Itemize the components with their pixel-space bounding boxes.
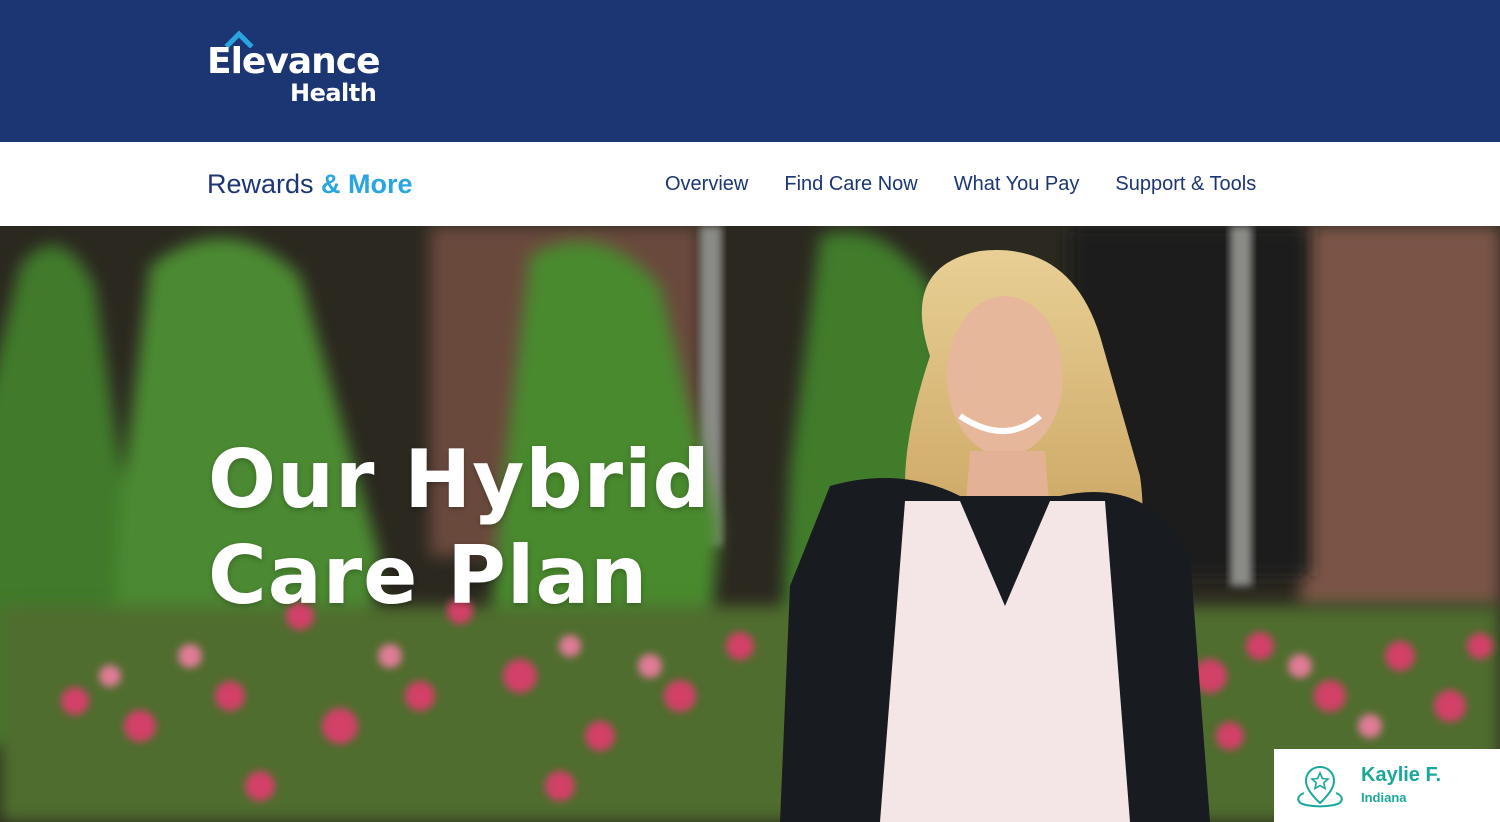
- hero-heading-line1: Our Hybrid: [208, 433, 711, 526]
- program-nav: Rewards & More Overview Find Care Now Wh…: [0, 142, 1500, 226]
- hero-heading-line2: Care Plan: [208, 529, 649, 622]
- hero-banner: Our Hybrid Care Plan: [0, 226, 1500, 822]
- nav-link-support-tools[interactable]: Support & Tools: [1115, 172, 1256, 196]
- program-title[interactable]: Rewards & More: [207, 168, 413, 200]
- member-state: Indiana: [1361, 790, 1407, 805]
- hero-heading: Our Hybrid Care Plan: [208, 432, 808, 624]
- brand-header: Elevance ™ Health: [0, 0, 1500, 142]
- nav-links: Overview Find Care Now What You Pay Supp…: [665, 172, 1256, 196]
- member-name: Kaylie F.: [1361, 764, 1442, 786]
- logo-trademark: ™: [373, 68, 379, 74]
- location-star-icon: [1297, 765, 1343, 808]
- logo-text-elevance: Elevance: [207, 41, 380, 82]
- member-testimonial-tag: Kaylie F. Indiana: [1274, 749, 1500, 822]
- program-title-part2: & More: [321, 169, 413, 199]
- logo-text-health: Health: [290, 79, 377, 107]
- nav-link-find-care-now[interactable]: Find Care Now: [784, 172, 917, 196]
- nav-link-what-you-pay[interactable]: What You Pay: [954, 172, 1080, 196]
- nav-link-overview[interactable]: Overview: [665, 172, 748, 196]
- elevance-health-logo[interactable]: Elevance ™ Health: [207, 30, 387, 110]
- program-title-part1: Rewards: [207, 169, 322, 199]
